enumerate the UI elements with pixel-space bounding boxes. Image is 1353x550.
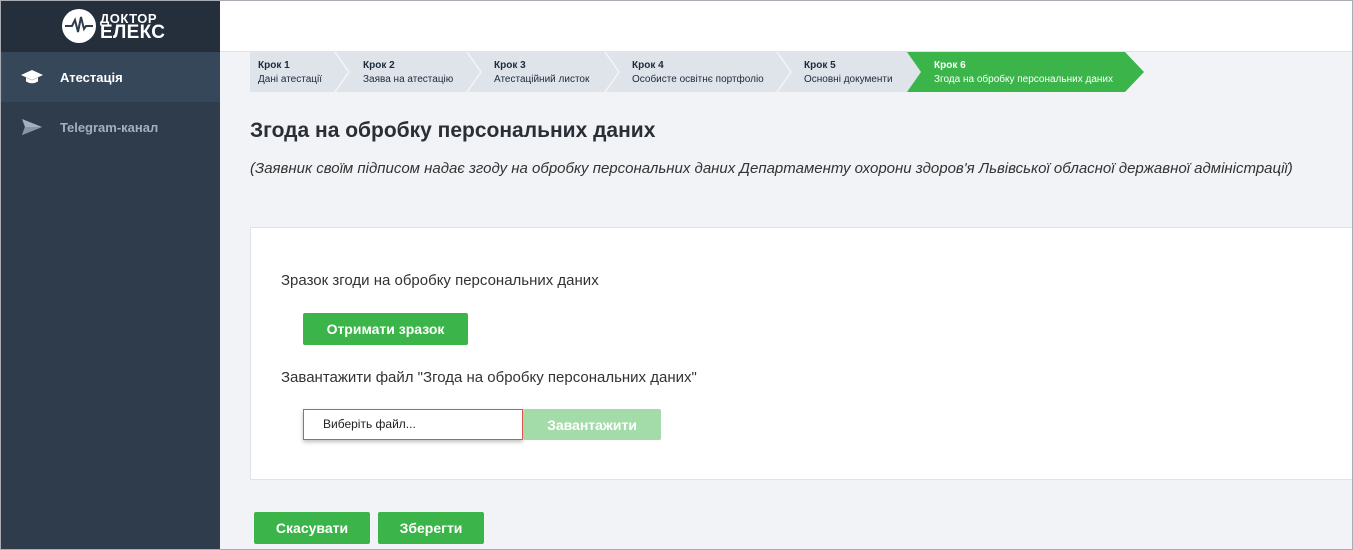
cancel-button[interactable]: Скасувати	[254, 512, 370, 544]
step-number: Крок 5	[804, 60, 836, 71]
save-button[interactable]: Зберегти	[378, 512, 484, 544]
page-title: Згода на обробку персональних даних	[250, 119, 656, 142]
sidebar-item-label: Telegram-канал	[60, 119, 159, 135]
top-bar	[220, 0, 1353, 52]
step-number: Крок 6	[934, 60, 966, 71]
step-number: Крок 2	[363, 60, 395, 71]
logo-pulse-icon	[62, 9, 96, 43]
sidebar-item-label: Атестація	[60, 69, 123, 85]
consent-card	[250, 227, 1353, 480]
paper-plane-icon	[20, 117, 44, 137]
page-subtitle: (Заявник своїм підписом надає згоду на о…	[250, 160, 1293, 177]
step-label: Дані атестації	[258, 74, 322, 85]
step-number: Крок 1	[258, 60, 290, 71]
step-label: Згода на обробку персональних даних	[934, 74, 1113, 85]
step-number: Крок 3	[494, 60, 526, 71]
sidebar: ДОКТОР ЕЛЕКС Атестація Telegram-канал	[0, 0, 220, 550]
sidebar-item-attestation[interactable]: Атестація	[0, 52, 220, 102]
graduation-cap-icon	[20, 67, 44, 87]
step-number: Крок 4	[632, 60, 664, 71]
logo[interactable]: ДОКТОР ЕЛЕКС	[0, 0, 220, 52]
step-label: Атестаційний листок	[494, 74, 590, 85]
logo-line2: ЕЛЕКС	[100, 22, 166, 43]
upload-button[interactable]: Завантажити	[523, 409, 661, 440]
step-label: Основні документи	[804, 74, 893, 85]
step-label: Заява на атестацію	[363, 74, 454, 85]
sidebar-item-telegram[interactable]: Telegram-канал	[0, 102, 220, 152]
upload-label: Завантажити файл "Згода на обробку персо…	[281, 369, 697, 386]
get-sample-button[interactable]: Отримати зразок	[303, 313, 468, 345]
sample-label: Зразок згоди на обробку персональних дан…	[281, 272, 599, 289]
file-select-input[interactable]: Виберіть файл...	[303, 409, 523, 440]
step-label: Особисте освітнє портфоліо	[632, 74, 764, 85]
